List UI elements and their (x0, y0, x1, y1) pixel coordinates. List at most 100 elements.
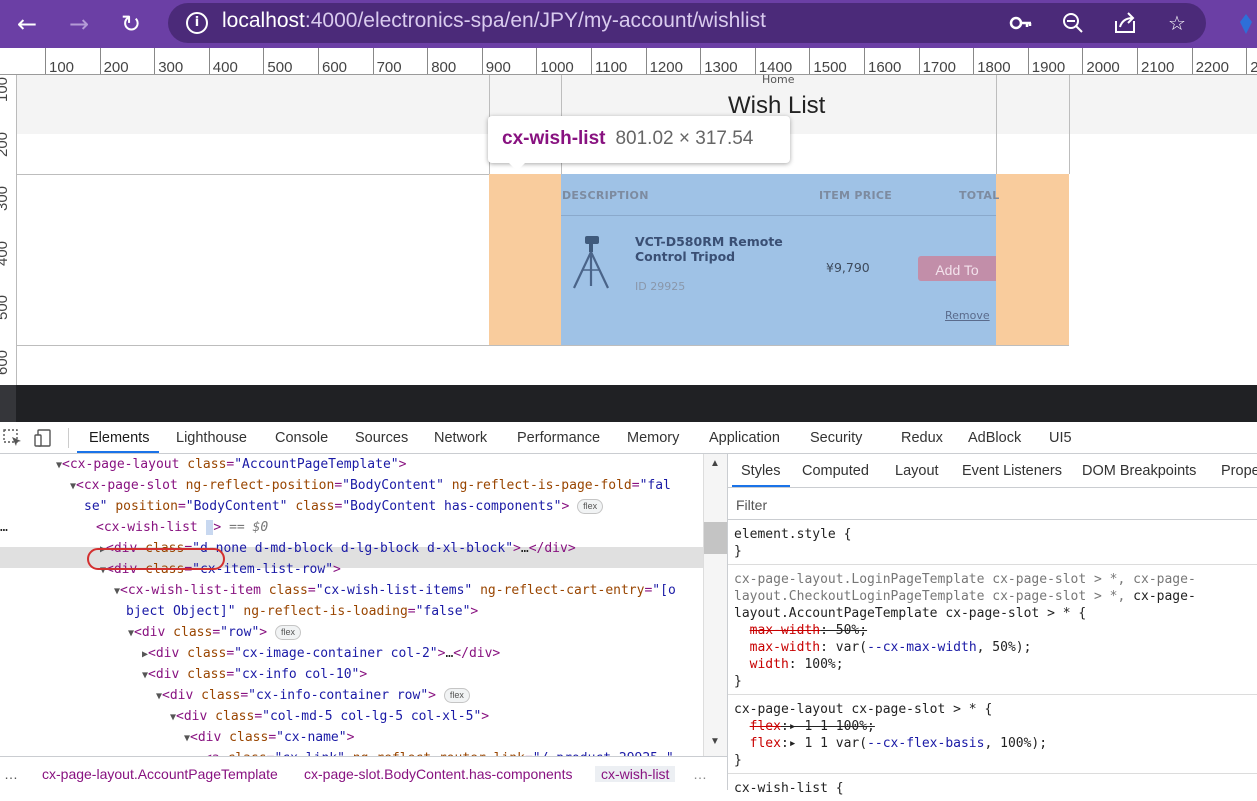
active-tab-indicator (77, 451, 159, 453)
ruler-y-label: 100 (0, 76, 11, 102)
bookmark-star-icon[interactable]: ☆ (1164, 10, 1190, 36)
ruler-x-label: 400 (212, 59, 238, 76)
flex-badge[interactable]: flex (274, 625, 301, 640)
address-bar[interactable]: i localhost:4000/electronics-spa/en/JPY/… (168, 3, 1206, 43)
annotation-oval (87, 548, 225, 570)
ruler-mark (918, 48, 920, 74)
breadcrumb-page-layout[interactable]: cx-page-layout.AccountPageTemplate (42, 766, 278, 782)
breadcrumb-more-right[interactable]: … (693, 766, 707, 782)
flex-badge[interactable]: flex (443, 688, 470, 703)
back-arrow-icon[interactable]: ← (12, 9, 42, 39)
dom-node-selected[interactable]: <cx-wish-list > == $0 (96, 517, 268, 538)
breadcrumb-home[interactable]: Home (762, 73, 794, 86)
toolbar-separator (68, 428, 69, 448)
dom-node[interactable]: ▼<div class="cx-info col-10"> (142, 664, 367, 685)
tab-adblock[interactable]: AdBlock (968, 430, 1021, 446)
guide-line (17, 345, 1069, 346)
styles-filter-input[interactable]: Filter (728, 488, 1257, 520)
device-toolbar-icon[interactable] (34, 429, 54, 447)
tab-dom-breakpoints[interactable]: DOM Breakpoints (1082, 463, 1196, 479)
zoom-out-icon[interactable] (1060, 10, 1086, 36)
tab-redux[interactable]: Redux (901, 430, 943, 446)
dom-node[interactable]: ▼<div class="col-md-5 col-lg-5 col-xl-5"… (170, 706, 489, 727)
ruler-y-label: 200 (0, 131, 11, 157)
reload-icon[interactable]: ↻ (116, 9, 146, 39)
ruler-x-label: 800 (431, 59, 457, 76)
ruler-x-label: 900 (485, 59, 511, 76)
remove-link[interactable]: Remove (945, 309, 990, 322)
node-menu-dots[interactable]: … (0, 517, 8, 538)
ruler-x-label: 300 (158, 59, 184, 76)
url-host: localhost (222, 9, 305, 32)
ruler-mark (754, 48, 756, 74)
inspect-element-icon[interactable] (3, 429, 23, 447)
dom-node[interactable]: ▼<cx-page-layout class="AccountPageTempl… (56, 454, 406, 475)
dom-node[interactable]: ▼<div class="cx-name"> (184, 727, 354, 748)
dom-scrollbar[interactable]: ▲ ▼ (703, 454, 727, 756)
scroll-down-icon[interactable]: ▼ (710, 736, 720, 747)
margin-highlight-right (996, 174, 1069, 345)
tab-application[interactable]: Application (709, 430, 780, 446)
ruler-mark (700, 48, 702, 74)
dom-node-cont: bject Object]" ng-reflect-is-loading="fa… (126, 604, 479, 619)
breadcrumb-more[interactable]: … (4, 766, 18, 782)
ruler-mark (481, 48, 483, 74)
site-info-icon[interactable]: i (186, 12, 208, 34)
ruler-mark (973, 48, 975, 74)
page-footer-dark (0, 385, 1257, 422)
tab-memory[interactable]: Memory (627, 430, 679, 446)
tab-lighthouse[interactable]: Lighthouse (176, 430, 247, 446)
style-rule-flex[interactable]: cx-page-layout cx-page-slot > * { flex:▸… (728, 695, 1257, 774)
dom-node[interactable]: ▼<a class="cx-link" ng-reflect-router-li… (198, 748, 674, 756)
url-text[interactable]: localhost:4000/electronics-spa/en/JPY/my… (222, 9, 766, 33)
tab-event-listeners[interactable]: Event Listeners (962, 463, 1062, 479)
tab-sources[interactable]: Sources (355, 430, 408, 446)
dom-node[interactable]: ▼<div class="cx-info-container row"> fle… (156, 685, 470, 706)
product-name-link[interactable]: VCT-D580RM Remote Control Tripod (635, 234, 835, 264)
tab-performance[interactable]: Performance (517, 430, 600, 446)
ruler-mark (1027, 48, 1029, 74)
tab-layout[interactable]: Layout (895, 463, 939, 479)
breadcrumb-wish-list[interactable]: cx-wish-list (595, 766, 676, 782)
dom-node[interactable]: ▼<div class="row"> flex (128, 622, 301, 643)
ruler-mark (45, 48, 46, 74)
dom-tree: ▼<cx-page-layout class="AccountPageTempl… (0, 454, 703, 756)
breadcrumb-page-slot[interactable]: cx-page-slot.BodyContent.has-components (304, 766, 572, 782)
table-divider (561, 215, 996, 216)
ruler-mark (263, 48, 265, 74)
column-header-total: TOTAL (959, 189, 1000, 202)
product-image[interactable] (568, 234, 612, 290)
margin-highlight-left (489, 174, 561, 345)
style-rule-wish-list[interactable]: cx-wish-list { (728, 774, 1257, 801)
tab-elements[interactable]: Elements (89, 430, 149, 446)
key-icon[interactable] (1008, 10, 1034, 36)
product-price: ¥9,790 (826, 260, 870, 275)
ruler-mark (864, 48, 865, 74)
scroll-up-icon[interactable]: ▲ (710, 458, 720, 469)
add-to-cart-button[interactable]: Add To (918, 256, 996, 281)
tab-computed[interactable]: Computed (802, 463, 869, 479)
share-icon[interactable] (1112, 10, 1138, 36)
extension-icon[interactable] (1236, 12, 1256, 36)
tooltip-arrow (508, 162, 526, 171)
tab-styles[interactable]: Styles (741, 463, 781, 479)
forward-arrow-icon[interactable]: → (64, 9, 94, 39)
dom-node[interactable]: ▼<cx-wish-list-item class="cx-wish-list-… (114, 580, 676, 601)
tab-console[interactable]: Console (275, 430, 328, 446)
dom-node[interactable]: ▼<cx-page-slot ng-reflect-position="Body… (70, 475, 671, 496)
ruler-x-label: 200 (103, 59, 129, 76)
style-rule-max-width[interactable]: cx-page-layout.LoginPageTemplate cx-page… (728, 565, 1257, 695)
ruler-y-label: 500 (0, 295, 11, 321)
tab-network[interactable]: Network (434, 430, 487, 446)
dom-node[interactable]: ▶<div class="cx-image-container col-2">…… (142, 643, 500, 664)
tab-security[interactable]: Security (810, 430, 862, 446)
scrollbar-thumb[interactable] (704, 522, 727, 554)
tab-ui5[interactable]: UI5 (1049, 430, 1072, 446)
styles-tab-indicator (732, 485, 790, 487)
tooltip-tag-name: cx-wish-list (502, 128, 606, 149)
tab-properties[interactable]: Prope (1221, 463, 1257, 479)
tooltip-dimensions: 801.02 × 317.54 (615, 128, 754, 149)
flex-badge[interactable]: flex (577, 499, 604, 514)
ruler-x-label: 1500 (813, 59, 847, 76)
style-rule-element[interactable]: element.style { } (728, 520, 1257, 565)
